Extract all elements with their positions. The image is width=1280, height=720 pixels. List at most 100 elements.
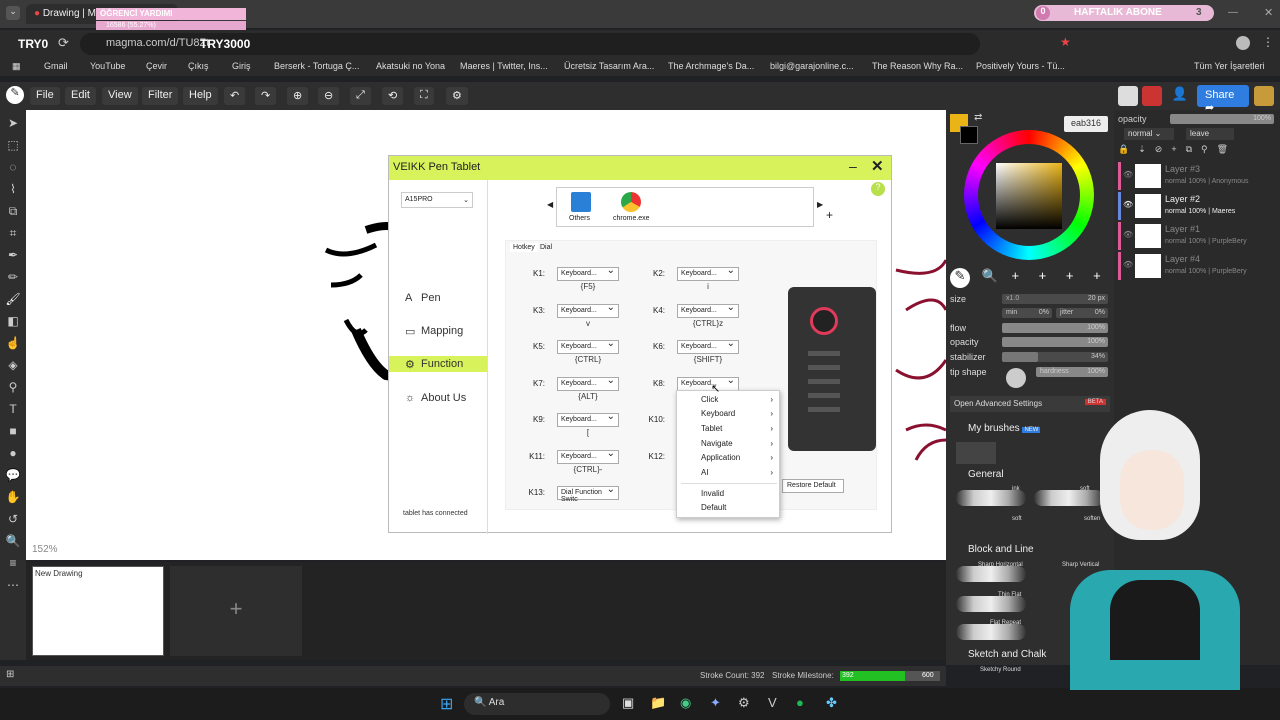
dup-layer-icon[interactable]: ⧉ (1186, 144, 1201, 154)
status-grid-icon[interactable]: ⊞ (6, 669, 14, 680)
nav-mapping[interactable]: ▭ Mapping (389, 323, 487, 339)
layer-row[interactable]: 👁 Layer #4 normal 100% | PurpleBery (1118, 252, 1276, 280)
app-prev-icon[interactable]: ◀ (547, 200, 553, 209)
add-layer-icon[interactable]: + (1171, 144, 1185, 154)
text-tool-icon[interactable]: T (0, 398, 26, 420)
reload-icon[interactable]: ⟳ (58, 35, 69, 51)
ctx-navigate[interactable]: Navigate › (701, 439, 779, 453)
ctx-ai[interactable]: AI › (701, 468, 779, 482)
delete-layer-icon[interactable]: 🗑 (1217, 144, 1237, 154)
veikk-minimize-icon[interactable]: – (849, 158, 857, 174)
hotkey-select[interactable]: Keyboard... (557, 302, 619, 318)
crop-tool-icon[interactable]: ⌗ (0, 222, 26, 244)
jitter-slider[interactable]: jitter 0% (1056, 308, 1108, 318)
min-slider[interactable]: min 0% (1002, 308, 1052, 318)
tab-dial[interactable]: Dial (540, 244, 552, 251)
visibility-eye-icon[interactable]: 👁 (1123, 230, 1133, 239)
new-document-button[interactable]: + (170, 566, 302, 656)
color-wheel[interactable] (964, 130, 1094, 260)
hotkey-select[interactable]: Dial Function Switc (557, 484, 619, 503)
menu-edit[interactable]: Edit (65, 87, 96, 105)
bookmark-6[interactable]: Akatsuki no Yona (376, 61, 445, 71)
hardness-slider[interactable]: hardness 100% (1036, 367, 1108, 377)
layer-row[interactable]: 👁 Layer #2 normal 100% | Maeres (1118, 192, 1276, 220)
more-tools-icon[interactable]: ⋯ (0, 574, 26, 596)
flow-slider[interactable]: 100% (1002, 323, 1108, 333)
brush-flat-repeat[interactable] (956, 624, 1026, 640)
spotify-taskbar-icon[interactable]: ● (796, 695, 804, 710)
taskbar-search[interactable]: 🔍 Ara (464, 693, 610, 715)
steam-taskbar-icon[interactable]: ⚙ (738, 695, 750, 711)
select-tool-icon[interactable]: ⬚ (0, 134, 26, 156)
help-icon[interactable]: ? (871, 182, 885, 196)
bookmark-9[interactable]: The Archmage's Da... (668, 61, 754, 71)
windows-start-icon[interactable]: ⊞ (440, 694, 453, 714)
layer-opacity-slider[interactable]: 100% (1170, 114, 1274, 124)
bookmark-2[interactable]: Çevir (146, 61, 167, 71)
swap-colors-icon[interactable]: ⇄ (974, 112, 982, 123)
rect-tool-icon[interactable]: ■ (0, 420, 26, 442)
hotkey-select[interactable]: Keyboard... (557, 448, 619, 464)
layer-row[interactable]: 👁 Layer #3 normal 100% | Anonymous (1118, 162, 1276, 190)
tab-hotkey[interactable]: Hotkey (510, 243, 538, 252)
saturation-square[interactable] (996, 163, 1062, 229)
bookmark-star-icon[interactable]: ★ (1060, 35, 1071, 49)
bookmark-10[interactable]: bilgi@garajonline.c... (770, 61, 854, 71)
hotkey-select[interactable]: Keyboard... (557, 338, 619, 354)
eraser-tool-icon[interactable]: ◧ (0, 310, 26, 332)
fit-icon[interactable]: ⤢ (350, 87, 371, 105)
hotkey-select[interactable]: Keyboard... (677, 265, 739, 281)
bookmark-0[interactable]: Gmail (44, 61, 68, 71)
brush-ink[interactable] (956, 490, 1026, 506)
my-brushes-header[interactable]: My brushes NEW (950, 423, 1041, 439)
fill-tool-icon[interactable]: ◈ (0, 354, 26, 376)
close-window-icon[interactable]: ✕ (1264, 6, 1273, 19)
bookmark-3[interactable]: Çıkış (188, 61, 209, 71)
search-layer-icon[interactable]: ⚲ (1201, 144, 1217, 154)
nav-about[interactable]: ☼ About Us (389, 390, 487, 406)
menu-view[interactable]: View (102, 87, 138, 105)
visibility-eye-icon[interactable]: 👁 (1123, 170, 1133, 179)
tip-shape-preview[interactable] (1006, 368, 1026, 388)
tab-search-icon[interactable]: ⌄ (6, 6, 20, 20)
veikk-close-icon[interactable]: ✕ (871, 157, 884, 175)
layers-toggle-icon[interactable]: ≡ (0, 552, 26, 574)
zoom-out-icon[interactable]: ⊖ (318, 87, 340, 105)
hotkey-select[interactable]: Keyboard... (557, 265, 619, 281)
ctx-default[interactable]: Default (701, 503, 779, 517)
menu-help[interactable]: Help (183, 87, 218, 105)
transform-tool-icon[interactable]: ⧉ (0, 200, 26, 222)
menu-filter[interactable]: Filter (142, 87, 179, 105)
clip-icon[interactable]: ⊘ (1155, 144, 1172, 154)
settings-icon[interactable]: ⚙ (446, 87, 468, 105)
undo-icon[interactable]: ↶ (224, 87, 246, 105)
nav-pen[interactable]: A Pen (389, 290, 487, 306)
my-brush-slot[interactable] (956, 442, 996, 464)
brush-preset-active-icon[interactable]: ✎ (950, 268, 970, 288)
menu-file[interactable]: File (30, 87, 60, 105)
size-slider[interactable]: x1.0 20 px (1002, 294, 1108, 304)
opacity-slider[interactable]: 100% (1002, 337, 1108, 347)
stabilizer-slider[interactable]: 34% (1002, 352, 1108, 362)
move-tool-icon[interactable]: ➤ (0, 112, 26, 134)
zoom-in-icon[interactable]: ⊕ (287, 87, 309, 105)
fullscreen-icon[interactable]: ⛶ (414, 87, 434, 105)
visibility-eye-icon[interactable]: 👁 (1123, 200, 1133, 209)
pencil-tool-icon[interactable]: ✏ (0, 266, 26, 288)
hand-tool-icon[interactable]: ✋ (0, 486, 26, 508)
eyedropper-icon[interactable]: ✒ (0, 244, 26, 266)
shape-tool-icon[interactable]: ⚲ (0, 376, 26, 398)
file-explorer-icon[interactable]: 📁 (650, 695, 666, 711)
bookmark-8[interactable]: Ücretsiz Tasarım Ara... (564, 61, 654, 71)
bookmark-1[interactable]: YouTube (90, 61, 125, 71)
blend-mode-select[interactable]: normal ⌄ (1124, 128, 1174, 140)
ctx-invalid[interactable]: Invalid (701, 489, 779, 503)
merge-icon[interactable]: ⇣ (1138, 144, 1155, 154)
all-bookmarks[interactable]: Tüm Yer İşaretleri (1194, 61, 1265, 71)
bookmark-5[interactable]: Berserk - Tortuga Ç... (274, 61, 359, 71)
layer-row[interactable]: 👁 Layer #1 normal 100% | PurpleBery (1118, 222, 1276, 250)
chrome-app-icon[interactable] (621, 192, 641, 212)
user-avatar-1[interactable] (1118, 86, 1138, 106)
hotkey-select[interactable]: Keyboard... (557, 411, 619, 427)
ctx-application[interactable]: Application › (701, 453, 779, 467)
